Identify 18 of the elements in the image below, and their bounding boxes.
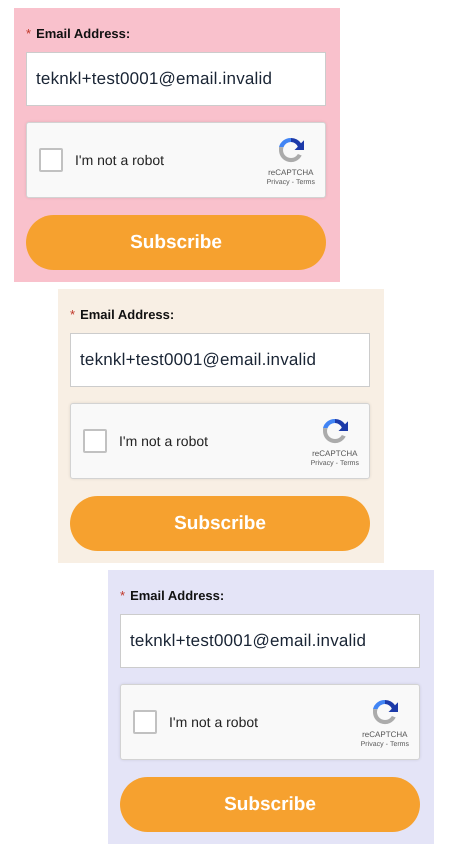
checkbox-label: I'm not a robot — [75, 152, 166, 168]
required-mark: * — [70, 307, 76, 322]
field-label: Email Address: — [36, 26, 130, 41]
field-label: Email Address: — [130, 588, 224, 603]
email-field[interactable]: teknkl+test0001@email.invalid — [70, 333, 370, 387]
robot-checkbox[interactable] — [39, 148, 63, 172]
required-mark: * — [120, 588, 126, 603]
brand-text: reCAPTCHA — [312, 449, 358, 458]
brand-text: reCAPTCHA — [268, 168, 314, 177]
required-mark: * — [26, 26, 32, 41]
email-field[interactable]: teknkl+test0001@email.invalid — [120, 614, 420, 668]
brand-text: reCAPTCHA — [362, 730, 408, 739]
robot-checkbox[interactable] — [83, 429, 107, 453]
robot-checkbox[interactable] — [133, 710, 157, 734]
checkbox-label: I'm not a robot — [169, 714, 260, 730]
email-field[interactable]: teknkl+test0001@email.invalid — [26, 52, 326, 106]
checkbox-label: I'm not a robot — [119, 433, 210, 449]
field-label: Email Address: — [80, 307, 174, 322]
